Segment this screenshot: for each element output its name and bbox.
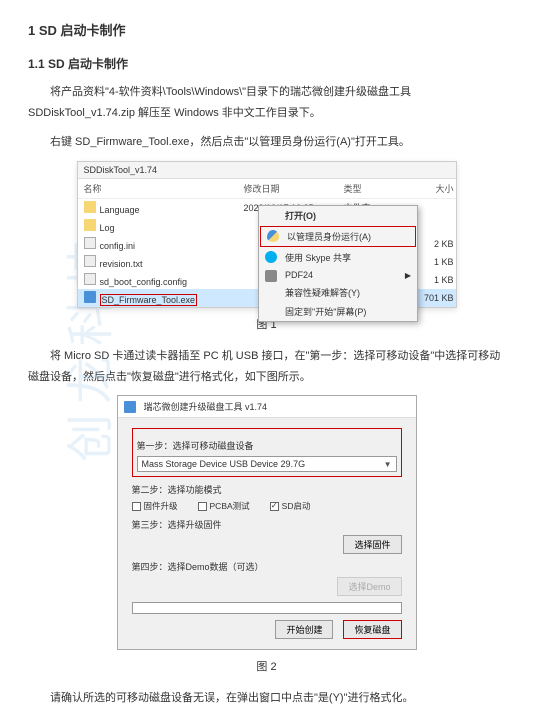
exe-icon (84, 291, 96, 303)
col-header-size: 大小 (404, 182, 454, 195)
context-menu-label: 兼容性疑难解答(Y) (285, 288, 360, 298)
checkbox-icon (198, 502, 207, 511)
heading-1: 1 SD 启动卡制作 (28, 20, 505, 39)
checkbox-label: PCBA测试 (210, 500, 250, 512)
step-1-label: 第一步：选择可移动磁盘设备 (137, 439, 397, 452)
context-menu-label: 以管理员身份运行(A) (287, 232, 371, 242)
dropdown-value: Mass Storage Device USB Device 29.7G (142, 459, 306, 469)
checkbox-label: SD启动 (282, 500, 311, 512)
step-2-label: 第二步：选择功能模式 (132, 483, 402, 496)
doc-icon (84, 237, 96, 249)
folder-icon (84, 201, 96, 213)
doc-icon (84, 255, 96, 267)
doc-icon (84, 273, 96, 285)
context-menu-label: 固定到"开始"屏幕(P) (285, 307, 366, 317)
tool-title-bar: 瑞芯微创建升级磁盘工具 v1.74 (118, 396, 416, 418)
checkbox-icon: ✓ (270, 502, 279, 511)
checkbox-label: 固件升级 (144, 500, 178, 512)
tool-icon (124, 401, 136, 413)
context-menu-item[interactable]: 使用 Skype 共享 (259, 248, 417, 267)
progress-bar (132, 602, 402, 614)
context-menu-item[interactable]: 固定到"开始"屏幕(P) (259, 302, 417, 321)
paragraph-1: 将产品资料"4-软件资料\Tools\Windows\"目录下的瑞芯微创建升级磁… (28, 82, 505, 124)
step-3-label: 第三步：选择升级固件 (132, 518, 402, 531)
tool-title-text: 瑞芯微创建升级磁盘工具 v1.74 (144, 400, 268, 413)
browse-firmware-button[interactable]: 选择固件 (343, 535, 401, 554)
heading-1-1: 1.1 SD 启动卡制作 (28, 55, 505, 72)
context-menu-item[interactable]: 以管理员身份运行(A) (260, 226, 416, 247)
checkbox-option[interactable]: 固件升级 (132, 500, 178, 512)
paragraph-2: 右键 SD_Firmware_Tool.exe，然后点击"以管理员身份运行(A)… (28, 132, 505, 153)
explorer-header: 名称 修改日期 类型 大小 (78, 179, 456, 199)
checkbox-option[interactable]: ✓SD启动 (270, 500, 311, 512)
checkbox-icon (132, 502, 141, 511)
col-header-date: 修改日期 (244, 182, 344, 195)
skype-icon (265, 251, 277, 263)
context-menu-label: 打开(O) (285, 211, 316, 221)
context-menu-label: 使用 Skype 共享 (285, 253, 351, 263)
figure-caption-2: 图 2 (28, 658, 505, 674)
context-menu-item[interactable]: 兼容性疑难解答(Y) (259, 283, 417, 302)
submenu-arrow-icon: ▶ (405, 271, 411, 280)
explorer-title: SDDiskTool_v1.74 (78, 162, 456, 179)
pdf24-icon (265, 270, 277, 282)
tool-window: 瑞芯微创建升级磁盘工具 v1.74 第一步：选择可移动磁盘设备 Mass Sto… (117, 395, 417, 650)
step-1-box: 第一步：选择可移动磁盘设备 Mass Storage Device USB De… (132, 428, 402, 477)
browse-demo-button[interactable]: 选择Demo (337, 577, 401, 596)
context-menu-label: PDF24 (285, 270, 313, 280)
context-menu-item[interactable]: PDF24 ▶ (259, 267, 417, 283)
step-4-label: 第四步：选择Demo数据（可选） (132, 560, 402, 573)
folder-icon (84, 219, 96, 231)
checkbox-option[interactable]: PCBA测试 (198, 500, 250, 512)
context-menu-item[interactable]: 打开(O) (259, 206, 417, 225)
col-header-type: 类型 (344, 182, 404, 195)
shield-icon (267, 230, 279, 242)
device-dropdown[interactable]: Mass Storage Device USB Device 29.7G ▼ (137, 456, 397, 472)
create-button[interactable]: 开始创建 (275, 620, 333, 639)
context-menu[interactable]: 打开(O) 以管理员身份运行(A) 使用 Skype 共享 PDF24 ▶ 兼容性疑难解答… (258, 205, 418, 322)
file-name-highlight: SD_Firmware_Tool.exe (100, 294, 198, 306)
chevron-down-icon: ▼ (384, 460, 392, 469)
paragraph-3: 将 Micro SD 卡通过读卡器插至 PC 机 USB 接口，在"第一步：选择… (28, 346, 505, 388)
col-header-name: 名称 (84, 182, 244, 195)
restore-button[interactable]: 恢复磁盘 (343, 620, 401, 639)
